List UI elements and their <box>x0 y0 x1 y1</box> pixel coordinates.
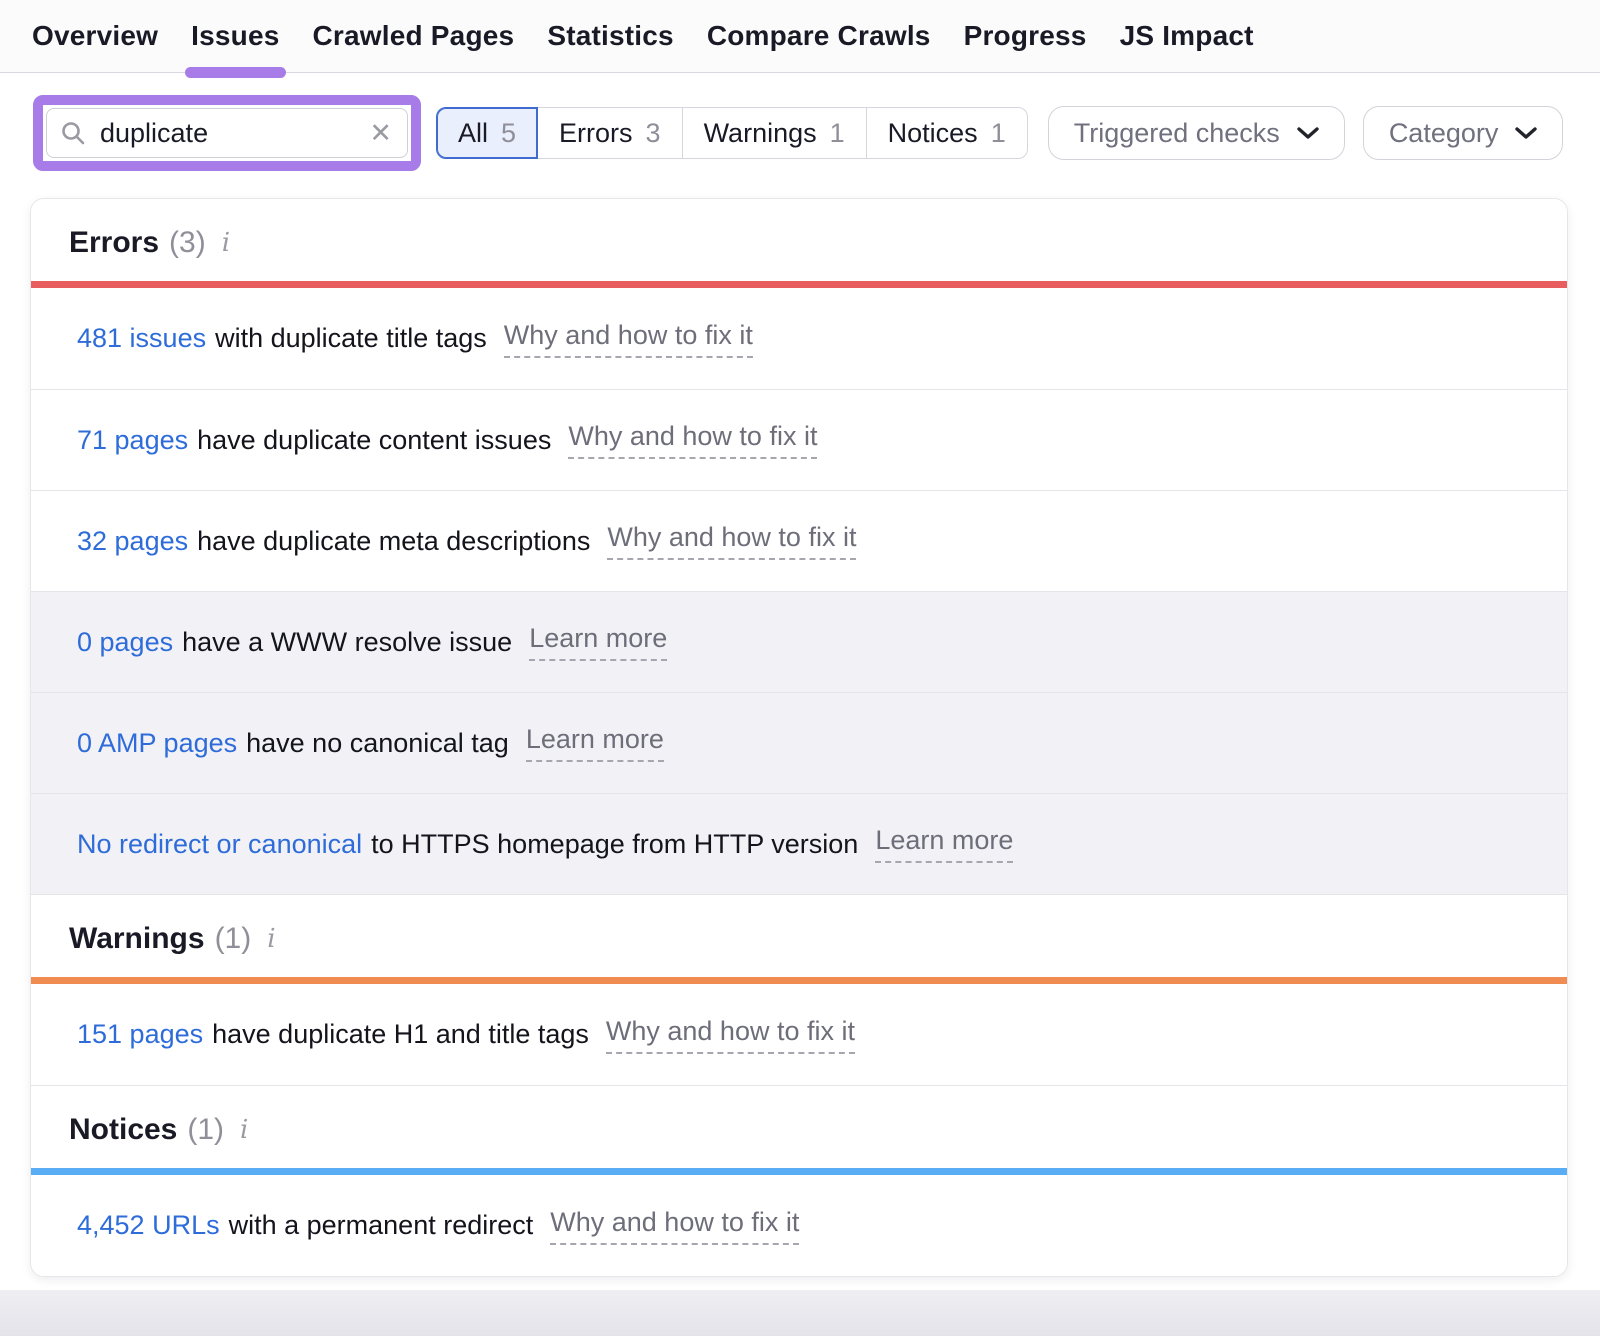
issue-count-link[interactable]: 32 pages <box>77 526 188 557</box>
issue-description: have duplicate H1 and title tags <box>212 1019 589 1050</box>
issue-help-link[interactable]: Why and how to fix it <box>607 522 856 560</box>
issue-help-link[interactable]: Learn more <box>526 724 664 762</box>
severity-segment-label: All <box>458 118 488 149</box>
nav-tab[interactable]: Crawled Pages <box>313 0 515 72</box>
issue-help-link[interactable]: Why and how to fix it <box>568 421 817 459</box>
section-count: (1) <box>187 1113 224 1147</box>
issue-help-link[interactable]: Learn more <box>529 623 667 661</box>
severity-segment-label: Errors <box>559 118 633 149</box>
issue-count-link[interactable]: No redirect or canonical <box>77 829 362 860</box>
issue-row: 4,452 URLs with a permanent redirect Why… <box>31 1175 1567 1276</box>
filters-row: ✕ All 5 Errors 3 Warnings 1 Notices 1 Tr… <box>33 95 1600 171</box>
filter-dropdown-label: Category <box>1389 118 1499 149</box>
issue-row: 151 pages have duplicate H1 and title ta… <box>31 984 1567 1085</box>
severity-segment-count: 1 <box>830 118 845 149</box>
section-warnings: Warnings (1) i 151 pages have duplicate … <box>31 894 1567 1085</box>
issue-description: have no canonical tag <box>246 728 509 759</box>
nav-tab-label: JS Impact <box>1120 20 1254 52</box>
top-nav: Overview Issues Crawled Pages Statistics… <box>0 0 1600 73</box>
active-tab-underline <box>185 67 285 78</box>
nav-tab[interactable]: Compare Crawls <box>707 0 931 72</box>
nav-tab-label: Compare Crawls <box>707 20 931 52</box>
severity-segment-label: Notices <box>888 118 978 149</box>
issue-count-link[interactable]: 4,452 URLs <box>77 1210 220 1241</box>
section-title: Warnings <box>69 922 205 956</box>
search-input[interactable] <box>98 117 367 150</box>
issue-count-link[interactable]: 481 issues <box>77 323 206 354</box>
chevron-down-icon <box>1515 126 1537 140</box>
issues-card: Errors (3) i 481 issues with duplicate t… <box>30 198 1568 1277</box>
nav-tab-label: Overview <box>32 20 158 52</box>
issue-count-link[interactable]: 0 pages <box>77 627 173 658</box>
issue-row: No redirect or canonical to HTTPS homepa… <box>31 793 1567 894</box>
info-icon[interactable]: i <box>267 924 275 954</box>
section-title: Notices <box>69 1113 177 1147</box>
issue-description: have duplicate meta descriptions <box>197 526 590 557</box>
page-bottom-shade <box>0 1290 1600 1336</box>
issue-count-link[interactable]: 71 pages <box>77 425 188 456</box>
issue-help-link[interactable]: Why and how to fix it <box>550 1207 799 1245</box>
issue-description: with duplicate title tags <box>215 323 487 354</box>
issue-row: 0 AMP pages have no canonical tag Learn … <box>31 692 1567 793</box>
filter-dropdown-triggered-checks[interactable]: Triggered checks <box>1048 106 1345 160</box>
nav-tab[interactable]: Overview <box>32 0 158 72</box>
section-header: Notices (1) i <box>31 1085 1567 1168</box>
severity-segment-errors[interactable]: Errors 3 <box>537 107 683 159</box>
severity-segment-count: 5 <box>501 118 516 149</box>
issue-description: with a permanent redirect <box>229 1210 534 1241</box>
issue-description: have duplicate content issues <box>197 425 551 456</box>
nav-tab-label: Issues <box>191 20 279 52</box>
nav-tab[interactable]: JS Impact <box>1120 0 1254 72</box>
severity-segment-count: 1 <box>991 118 1006 149</box>
issue-help-link[interactable]: Learn more <box>875 825 1013 863</box>
filter-dropdown-category[interactable]: Category <box>1363 106 1564 160</box>
nav-tab-label: Crawled Pages <box>313 20 515 52</box>
filter-dropdown-label: Triggered checks <box>1074 118 1280 149</box>
section-severity-bar <box>31 977 1567 984</box>
info-icon[interactable]: i <box>240 1115 248 1145</box>
issue-description: to HTTPS homepage from HTTP version <box>371 829 858 860</box>
nav-tab-active[interactable]: Issues <box>191 0 279 72</box>
severity-segment-label: Warnings <box>704 118 817 149</box>
issue-help-link[interactable]: Why and how to fix it <box>606 1016 855 1054</box>
severity-filter: All 5 Errors 3 Warnings 1 Notices 1 <box>436 107 1028 159</box>
search-icon <box>60 120 98 146</box>
chevron-down-icon <box>1297 126 1319 140</box>
severity-segment-count: 3 <box>646 118 661 149</box>
section-rows: 151 pages have duplicate H1 and title ta… <box>31 984 1567 1085</box>
issue-row: 0 pages have a WWW resolve issue Learn m… <box>31 591 1567 692</box>
section-errors: Errors (3) i 481 issues with duplicate t… <box>31 199 1567 894</box>
issue-row: 32 pages have duplicate meta description… <box>31 490 1567 591</box>
info-icon[interactable]: i <box>222 228 230 258</box>
search-highlight-annotation: ✕ <box>33 95 421 171</box>
section-title: Errors <box>69 226 159 260</box>
section-severity-bar <box>31 1168 1567 1175</box>
issue-description: have a WWW resolve issue <box>182 627 512 658</box>
nav-tab-label: Statistics <box>547 20 674 52</box>
severity-segment-all[interactable]: All 5 <box>436 107 538 159</box>
section-rows: 4,452 URLs with a permanent redirect Why… <box>31 1175 1567 1276</box>
section-rows: 481 issues with duplicate title tags Why… <box>31 288 1567 894</box>
issue-help-link[interactable]: Why and how to fix it <box>504 320 753 358</box>
search-box: ✕ <box>46 108 408 158</box>
filter-dropdowns: Triggered checks Category <box>1048 106 1564 160</box>
issue-count-link[interactable]: 151 pages <box>77 1019 203 1050</box>
section-header: Warnings (1) i <box>31 894 1567 977</box>
section-severity-bar <box>31 281 1567 288</box>
nav-tab[interactable]: Statistics <box>547 0 674 72</box>
issue-row: 71 pages have duplicate content issues W… <box>31 389 1567 490</box>
issue-row: 481 issues with duplicate title tags Why… <box>31 288 1567 389</box>
section-notices: Notices (1) i 4,452 URLs with a permanen… <box>31 1085 1567 1276</box>
issue-count-link[interactable]: 0 AMP pages <box>77 728 237 759</box>
severity-segment-warnings[interactable]: Warnings 1 <box>682 107 867 159</box>
section-count: (3) <box>169 226 206 260</box>
severity-segment-notices[interactable]: Notices 1 <box>866 107 1028 159</box>
clear-search-icon[interactable]: ✕ <box>367 120 394 147</box>
section-header: Errors (3) i <box>31 199 1567 281</box>
section-count: (1) <box>215 922 252 956</box>
nav-tab-label: Progress <box>964 20 1087 52</box>
nav-tab[interactable]: Progress <box>964 0 1087 72</box>
